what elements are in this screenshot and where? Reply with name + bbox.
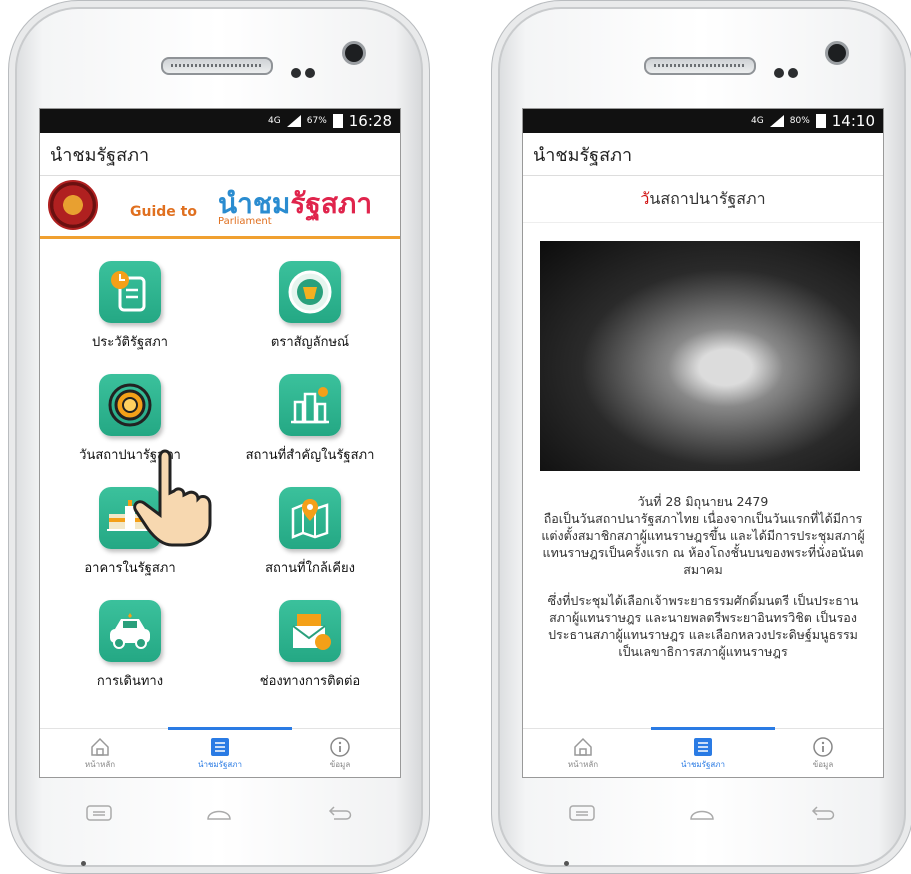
tile-history[interactable]: ประวัติรัฐสภา bbox=[40, 261, 220, 352]
hand-pointer-icon bbox=[133, 449, 212, 547]
nav-home-label: หน้าหลัก bbox=[567, 759, 599, 769]
document-clock-icon bbox=[99, 261, 161, 323]
banner-guide-text: Guide to bbox=[130, 204, 197, 220]
speaker-grille bbox=[644, 57, 756, 75]
active-indicator bbox=[168, 727, 292, 730]
phone-right: 4G 80% 14:10 นำชมรัฐสภา วั นสถาปนารัฐสภา … bbox=[491, 0, 911, 874]
article: วันที่ 28 มิถุนายน 2479 ถือเป็นวันสถาปนาร… bbox=[523, 471, 883, 660]
tile-label: ตราสัญลักษณ์ bbox=[270, 335, 350, 350]
banner-logo-b: รัฐสภา bbox=[290, 187, 373, 220]
nav-home[interactable]: หน้าหลัก bbox=[538, 736, 628, 771]
tile-label: ประวัติรัฐสภา bbox=[92, 335, 168, 350]
network-indicator: 4G bbox=[751, 116, 764, 126]
taxi-icon bbox=[99, 600, 161, 662]
info-icon bbox=[813, 736, 833, 757]
network-indicator: 4G bbox=[268, 116, 281, 126]
tile-landmarks[interactable]: สถานที่สำคัญในรัฐสภา bbox=[220, 374, 400, 465]
front-camera bbox=[825, 41, 849, 65]
city-location-icon bbox=[279, 374, 341, 436]
front-camera bbox=[342, 41, 366, 65]
hardware-buttons bbox=[39, 801, 399, 825]
tile-label: สถานที่ใกล้เคียง bbox=[265, 561, 355, 576]
map-pin-icon bbox=[279, 487, 341, 549]
article-paragraph-1: ถือเป็นวันสถาปนารัฐสภาไทย เนื่องจากเป็นว… bbox=[541, 511, 865, 577]
tile-label: สถานที่สำคัญในรัฐสภา bbox=[245, 448, 375, 463]
tile-travel[interactable]: การเดินทาง bbox=[40, 600, 220, 691]
mic-hole bbox=[564, 861, 569, 866]
battery-percent: 67% bbox=[306, 116, 327, 126]
mail-phone-icon bbox=[279, 600, 341, 662]
status-bar: 4G 80% 14:10 bbox=[523, 109, 883, 133]
nav-home-label: หน้าหลัก bbox=[84, 759, 116, 769]
sensor-dots bbox=[291, 63, 319, 82]
signal-icon bbox=[769, 115, 784, 127]
active-indicator bbox=[651, 727, 775, 730]
tile-label: ช่องทางการติดต่อ bbox=[259, 674, 361, 689]
home-key-icon[interactable] bbox=[682, 801, 722, 825]
back-key-icon[interactable] bbox=[319, 801, 359, 825]
nav-info-label: ข้อมูล bbox=[329, 759, 351, 769]
nav-guide[interactable]: นำชมรัฐสภา bbox=[175, 736, 265, 771]
phone-left: 4G 67% 16:28 นำชมรัฐสภา Guide to นำชมรัฐ… bbox=[8, 0, 430, 874]
nav-info[interactable]: ข้อมูล bbox=[778, 736, 868, 771]
home-icon bbox=[574, 737, 592, 756]
article-paragraph-2: ซึ่งที่ประชุมได้เลือกเจ้าพระยาธรรมศักดิ์… bbox=[547, 593, 859, 659]
page-title-rest: นสถาปนารัฐสภา bbox=[649, 188, 766, 208]
parliament-seal-icon bbox=[279, 261, 341, 323]
historical-photo bbox=[540, 241, 860, 471]
battery-percent: 80% bbox=[789, 116, 810, 126]
nav-info-label: ข้อมูล bbox=[812, 759, 834, 769]
list-icon bbox=[211, 737, 229, 756]
status-bar: 4G 67% 16:28 bbox=[40, 109, 400, 133]
nav-info[interactable]: ข้อมูล bbox=[295, 736, 385, 771]
menu-grid: ประวัติรัฐสภา ตราสัญลักษณ์ วันสถาปนารัฐส… bbox=[40, 239, 400, 691]
speaker-grille bbox=[161, 57, 273, 75]
clock: 14:10 bbox=[831, 112, 875, 130]
menu-key-icon[interactable] bbox=[79, 801, 119, 825]
menu-key-icon[interactable] bbox=[562, 801, 602, 825]
tile-nearby[interactable]: สถานที่ใกล้เคียง bbox=[220, 487, 400, 578]
banner: Guide to นำชมรัฐสภา Parliament bbox=[40, 176, 400, 239]
nav-guide-label: นำชมรัฐสภา bbox=[680, 759, 726, 769]
app-title: นำชมรัฐสภา bbox=[40, 133, 400, 176]
tile-label: อาคารในรัฐสภา bbox=[84, 561, 176, 576]
page-title-first-letter: วั bbox=[640, 188, 650, 208]
tile-label: การเดินทาง bbox=[96, 674, 164, 689]
hardware-buttons bbox=[522, 801, 882, 825]
tile-contact[interactable]: ช่องทางการติดต่อ bbox=[220, 600, 400, 691]
banner-subtitle: Parliament bbox=[218, 216, 272, 227]
list-icon bbox=[694, 737, 712, 756]
page-title: วั นสถาปนารัฐสภา bbox=[523, 176, 883, 223]
clock: 16:28 bbox=[348, 112, 392, 130]
article-date-text: วันที่ 28 มิถุนายน 2479 bbox=[637, 494, 769, 509]
nav-guide-label: นำชมรัฐสภา bbox=[197, 759, 243, 769]
mic-hole bbox=[81, 861, 86, 866]
screen: 4G 67% 16:28 นำชมรัฐสภา Guide to นำชมรัฐ… bbox=[39, 108, 401, 778]
nav-home[interactable]: หน้าหลัก bbox=[55, 736, 145, 771]
home-icon bbox=[91, 737, 109, 756]
info-icon bbox=[330, 736, 350, 757]
battery-icon bbox=[332, 114, 343, 128]
back-key-icon[interactable] bbox=[802, 801, 842, 825]
battery-icon bbox=[815, 114, 826, 128]
home-key-icon[interactable] bbox=[199, 801, 239, 825]
bottom-nav: หน้าหลัก นำชมรัฐสภา ข้อมูล bbox=[40, 727, 400, 777]
app-title: นำชมรัฐสภา bbox=[523, 133, 883, 176]
nav-guide[interactable]: นำชมรัฐสภา bbox=[658, 736, 748, 771]
bottom-nav: หน้าหลัก นำชมรัฐสภา ข้อมูล bbox=[523, 727, 883, 777]
screen: 4G 80% 14:10 นำชมรัฐสภา วั นสถาปนารัฐสภา … bbox=[522, 108, 884, 778]
touch-icon bbox=[99, 374, 161, 436]
signal-icon bbox=[286, 115, 301, 127]
article-date: วันที่ 28 มิถุนายน 2479 ถือเป็นวันสถาปนาร… bbox=[537, 493, 869, 578]
sensor-dots bbox=[774, 63, 802, 82]
parliament-seal-icon bbox=[48, 180, 98, 230]
tile-emblem[interactable]: ตราสัญลักษณ์ bbox=[220, 261, 400, 352]
